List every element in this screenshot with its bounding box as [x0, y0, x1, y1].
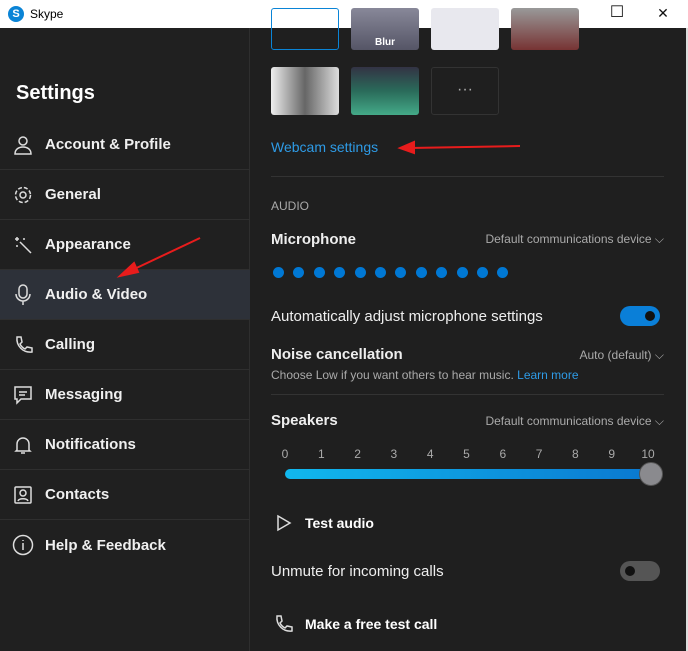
annotation-arrowhead	[397, 140, 415, 155]
annotation-arrows	[116, 140, 521, 278]
annotation-arrow	[409, 145, 521, 149]
annotation-arrow	[127, 237, 201, 273]
annotation-arrowhead	[116, 261, 140, 278]
